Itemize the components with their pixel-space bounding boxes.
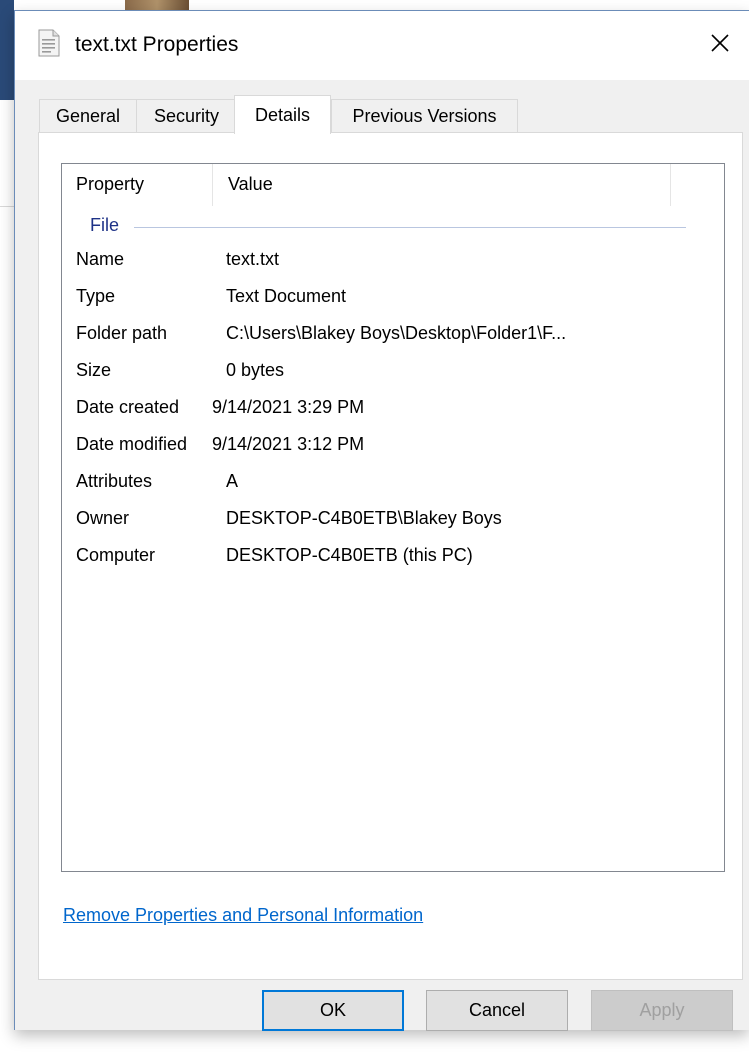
property-name: Computer [76, 545, 156, 565]
property-value: text.txt [226, 249, 280, 269]
desktop-wallpaper-fragment [125, 0, 189, 10]
text-file-icon [38, 29, 60, 57]
close-button[interactable] [691, 11, 749, 80]
property-name: Name [76, 249, 125, 269]
details-list[interactable]: Property Value File Name text.txt Type T… [61, 163, 725, 872]
desktop-window-strip [0, 0, 14, 100]
group-divider [134, 227, 686, 228]
property-name: Size [76, 360, 112, 380]
close-icon [710, 33, 730, 58]
property-value: Text Document [226, 286, 347, 306]
title-bar[interactable]: text.txt Properties [15, 11, 749, 80]
table-row[interactable]: Size 0 bytes [62, 353, 724, 390]
property-value: C:\Users\Blakey Boys\Desktop\Folder1\F..… [226, 323, 567, 343]
column-header: Property Value [62, 164, 724, 206]
table-row[interactable]: Owner DESKTOP-C4B0ETB\Blakey Boys [62, 501, 724, 538]
table-row[interactable]: Attributes A [62, 464, 724, 501]
tab-general[interactable]: General [39, 99, 137, 133]
property-name: Type [76, 286, 116, 306]
table-row[interactable]: Date modified 9/14/2021 3:12 PM [62, 427, 724, 464]
ok-button[interactable]: OK [262, 990, 404, 1031]
table-row[interactable]: Computer DESKTOP-C4B0ETB (this PC) [62, 538, 724, 575]
table-row[interactable]: Folder path C:\Users\Blakey Boys\Desktop… [62, 316, 724, 353]
property-value: 9/14/2021 3:29 PM [212, 397, 365, 417]
property-value: DESKTOP-C4B0ETB (this PC) [226, 545, 473, 565]
property-value: A [226, 471, 239, 491]
table-row[interactable]: Date created 9/14/2021 3:29 PM [62, 390, 724, 427]
desktop-divider [0, 206, 14, 207]
tab-previous-versions[interactable]: Previous Versions [331, 99, 518, 133]
desktop-background [0, 0, 14, 1053]
table-row[interactable]: Name text.txt [62, 242, 724, 279]
apply-button[interactable]: Apply [591, 990, 733, 1031]
tab-strip: General Security Details Previous Versio… [39, 95, 739, 134]
property-name: Folder path [76, 323, 168, 343]
column-separator[interactable] [212, 164, 213, 206]
tab-security[interactable]: Security [136, 99, 237, 133]
column-header-value[interactable]: Value [228, 174, 273, 195]
property-name: Date created [76, 397, 180, 417]
table-row[interactable]: Type Text Document [62, 279, 724, 316]
cancel-button[interactable]: Cancel [426, 990, 568, 1031]
column-header-property[interactable]: Property [76, 174, 144, 195]
property-value: DESKTOP-C4B0ETB\Blakey Boys [226, 508, 502, 528]
property-name: Owner [76, 508, 130, 528]
property-name: Attributes [76, 471, 153, 491]
group-header-file[interactable]: File [62, 212, 724, 242]
details-tab-panel: Property Value File Name text.txt Type T… [38, 132, 743, 980]
properties-dialog: text.txt Properties General Security Det… [14, 10, 749, 1031]
property-value: 9/14/2021 3:12 PM [212, 434, 365, 454]
tab-details[interactable]: Details [234, 95, 331, 134]
property-value: 0 bytes [226, 360, 285, 380]
window-title: text.txt Properties [75, 33, 239, 56]
property-name: Date modified [76, 434, 188, 454]
column-separator[interactable] [670, 164, 671, 206]
remove-properties-link[interactable]: Remove Properties and Personal Informati… [63, 905, 423, 926]
group-label: File [90, 215, 120, 235]
